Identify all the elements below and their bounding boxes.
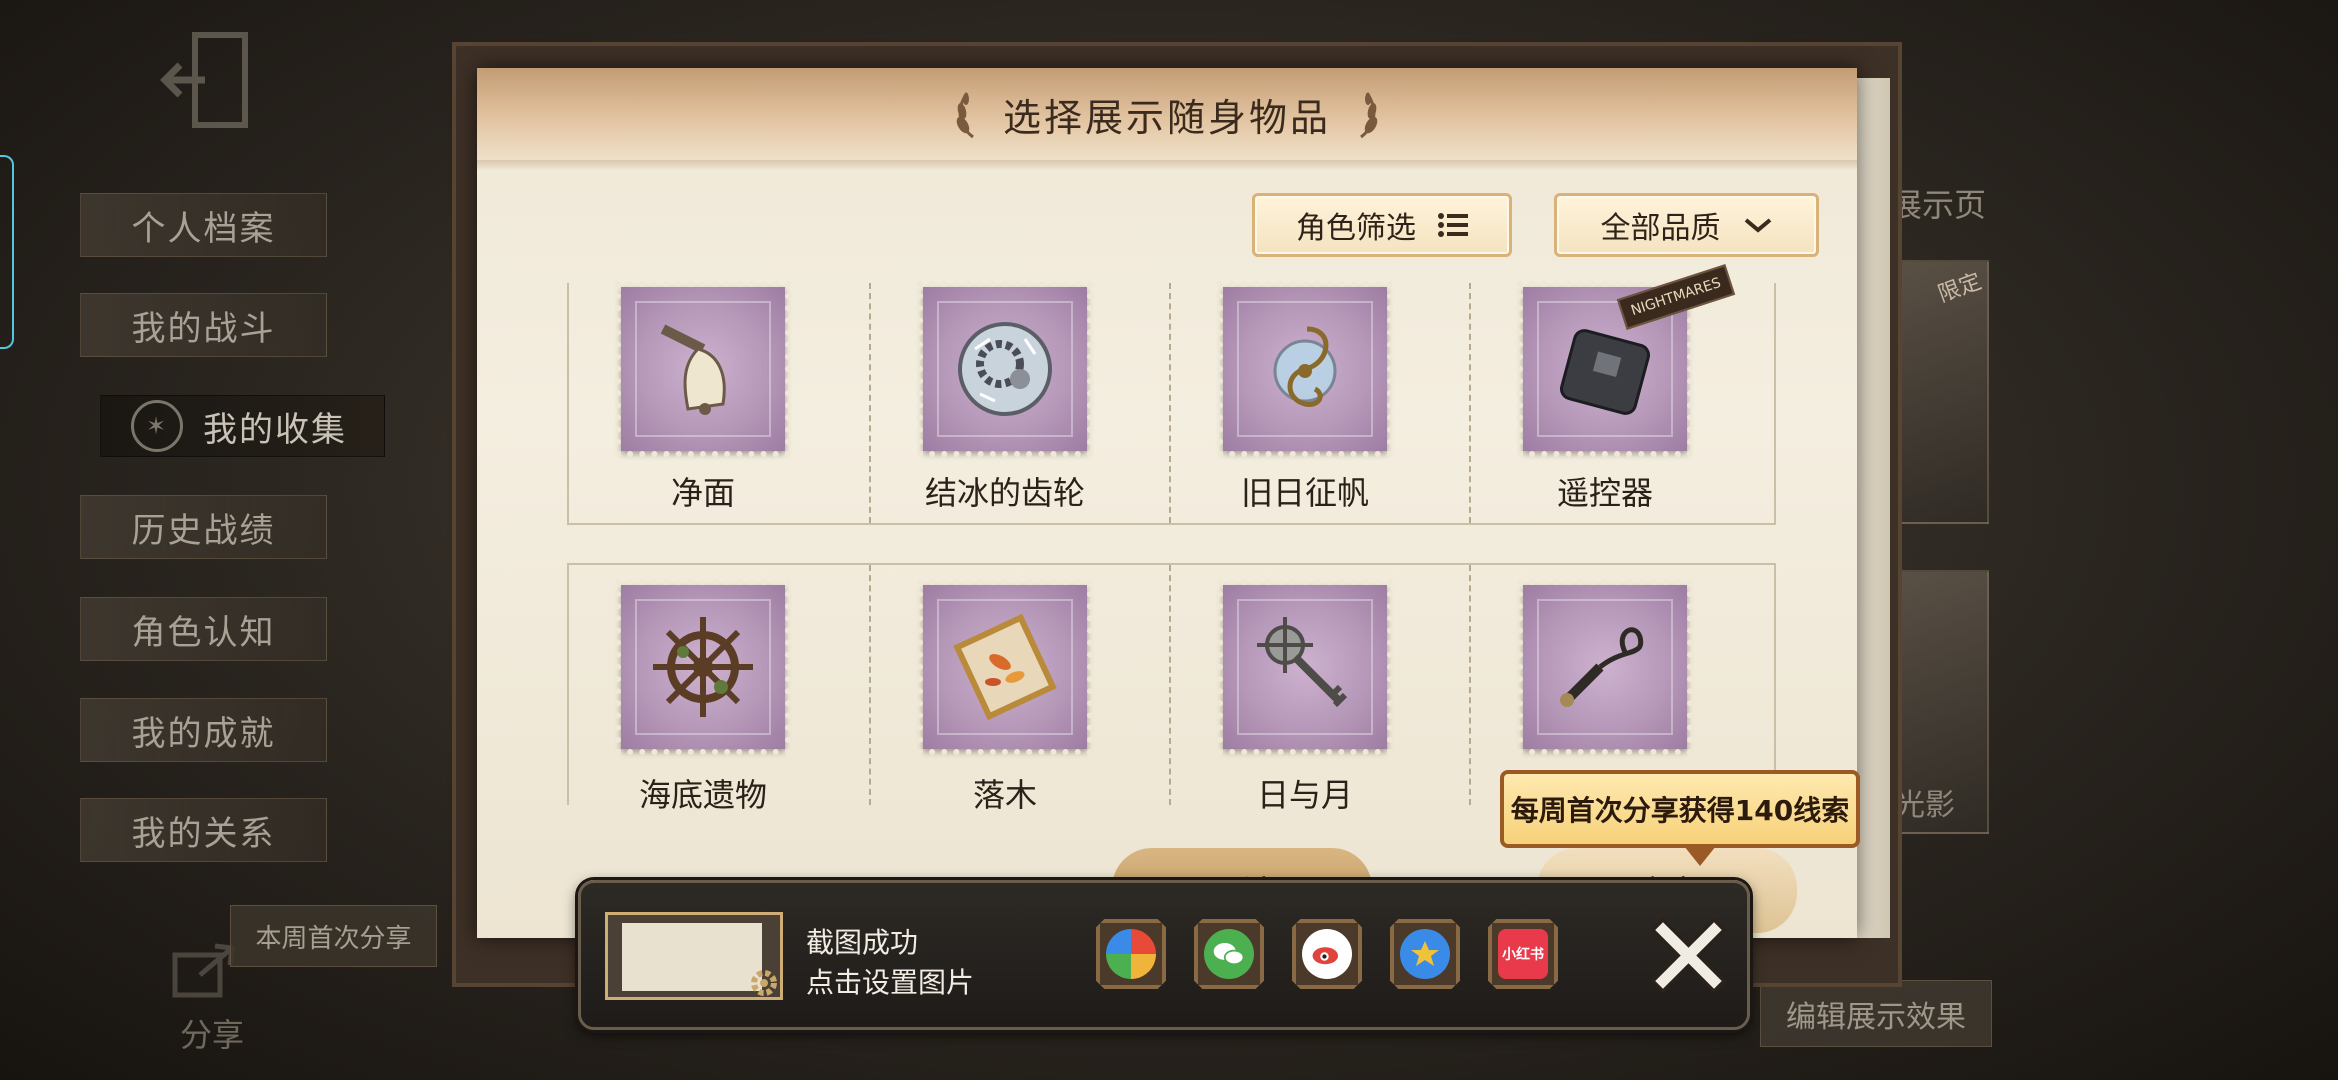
item-grid-row: 净面 结冰的齿轮 旧日征帆 NIGHTMARES 遥控器 — [567, 264, 1776, 525]
item-stamp — [1517, 579, 1693, 755]
share-qzone-button[interactable] — [1390, 919, 1460, 989]
item-stamp — [615, 579, 791, 755]
screenshot-thumbnail[interactable] — [605, 912, 783, 1000]
sidebar-item-achievements[interactable]: 我的成就 — [80, 698, 327, 762]
weekly-share-tip: 本周首次分享 — [230, 905, 437, 967]
quality-select[interactable]: 全部品质 — [1554, 193, 1819, 257]
item-stamp — [917, 281, 1093, 457]
background-right-panel — [1860, 0, 2338, 1080]
collection-emblem-icon: ✶ — [131, 400, 183, 452]
role-filter-button[interactable]: 角色筛选 — [1252, 193, 1512, 257]
item-cell[interactable]: 海底遗物 — [569, 565, 869, 814]
item-name: 旧日征帆 — [1240, 474, 1369, 512]
showcase-page-title: 展示页 — [1890, 186, 1987, 224]
moments-icon — [1106, 929, 1156, 979]
frozen-gear-icon — [958, 322, 1052, 416]
set-image-hint[interactable]: 点击设置图片 — [806, 961, 974, 1001]
item-cell[interactable]: 结冰的齿轮 — [869, 281, 1171, 523]
sidebar-item-collection[interactable]: ✶ 我的收集 — [100, 395, 385, 457]
item-stamp — [1217, 579, 1393, 755]
item-cell[interactable] — [1469, 565, 1771, 805]
sidebar-item-label: 角色认知 — [131, 612, 276, 653]
item-cell[interactable]: 旧日征帆 — [1169, 281, 1471, 523]
sidebar-item-label: 我的成就 — [131, 713, 276, 754]
item-grid-row: 海底遗物 落木 日与月 — [567, 563, 1776, 814]
whip-icon — [1560, 627, 1644, 707]
screenshot-success-text: 截图成功 — [806, 926, 919, 959]
share-xiaohongshu-button[interactable]: 小红书 — [1488, 919, 1558, 989]
sidebar-item-character[interactable]: 角色认知 — [80, 597, 327, 661]
list-icon — [1438, 213, 1468, 237]
header-divider — [477, 160, 1857, 170]
share-weibo-button[interactable] — [1292, 919, 1362, 989]
sidebar-item-label: 我的收集 — [203, 409, 347, 450]
remote-control-icon — [1559, 329, 1651, 415]
sidebar-item-label: 我的战斗 — [131, 308, 276, 349]
bell-icon — [660, 324, 726, 415]
xiaohongshu-icon: 小红书 — [1498, 929, 1548, 979]
edge-handle[interactable] — [0, 155, 14, 349]
quality-select-value: 全部品质 — [1600, 211, 1721, 246]
thumbnail-preview — [622, 923, 762, 991]
item-name: 遥控器 — [1556, 474, 1653, 512]
sidebar-item-history[interactable]: 历史战绩 — [80, 495, 327, 559]
sidebar-item-relations[interactable]: 我的关系 — [80, 798, 327, 862]
sidebar-item-battles[interactable]: 我的战斗 — [80, 293, 327, 357]
background-sidebar: 个人档案 我的战斗 ✶ 我的收集 历史战绩 角色认知 我的成就 我的关系 本周首… — [0, 0, 470, 1080]
wechat-icon — [1204, 929, 1254, 979]
item-name: 海底遗物 — [638, 776, 767, 814]
ship-wheel-icon — [653, 617, 753, 717]
gear-icon — [751, 970, 777, 996]
item-name: 落木 — [972, 776, 1037, 814]
laurel-left-icon — [956, 92, 974, 139]
item-cell[interactable]: 净面 — [569, 281, 869, 523]
sidebar-item-label: 我的关系 — [131, 813, 276, 854]
laurel-right-icon — [1360, 92, 1378, 139]
leaf-frame-icon — [953, 613, 1057, 721]
limited-badge: 限定 — [1934, 269, 1985, 308]
sidebar-item-label: 个人档案 — [131, 208, 276, 249]
item-name: 日与月 — [1256, 776, 1353, 814]
showcase-card-label: 光影 — [1895, 788, 1955, 823]
item-cell[interactable]: 日与月 — [1169, 565, 1471, 814]
item-stamp — [615, 281, 791, 457]
music-orb-icon — [1273, 326, 1337, 407]
item-stamp — [1217, 281, 1393, 457]
weibo-icon — [1302, 929, 1352, 979]
screenshot-share-bar: 截图成功 点击设置图片 小红书 — [578, 880, 1750, 1030]
share-reward-tooltip: 每周首次分享获得140线索 — [1500, 770, 1860, 866]
modal-header: 选择展示随身物品 — [477, 68, 1857, 160]
item-cell[interactable]: 落木 — [869, 565, 1171, 814]
role-filter-label: 角色筛选 — [1296, 211, 1416, 246]
close-icon[interactable] — [1651, 918, 1726, 993]
edit-showcase-button[interactable]: 编辑展示效果 — [1760, 980, 1992, 1047]
sun-moon-key-icon — [1257, 617, 1348, 708]
share-label[interactable]: 分享 — [180, 1010, 244, 1056]
qzone-star-icon — [1400, 929, 1450, 979]
sidebar-item-profile[interactable]: 个人档案 — [80, 193, 327, 257]
item-cell[interactable]: NIGHTMARES 遥控器 — [1469, 264, 1771, 523]
chevron-down-icon — [1744, 218, 1771, 233]
share-wechat-button[interactable] — [1194, 919, 1264, 989]
sidebar-item-label: 历史战绩 — [131, 510, 276, 551]
item-name: 净面 — [670, 474, 735, 512]
modal-title: 选择展示随身物品 — [1002, 95, 1331, 140]
item-stamp — [917, 579, 1093, 755]
share-moments-button[interactable] — [1096, 919, 1166, 989]
exit-icon[interactable] — [155, 30, 250, 130]
item-name: 结冰的齿轮 — [924, 474, 1085, 512]
